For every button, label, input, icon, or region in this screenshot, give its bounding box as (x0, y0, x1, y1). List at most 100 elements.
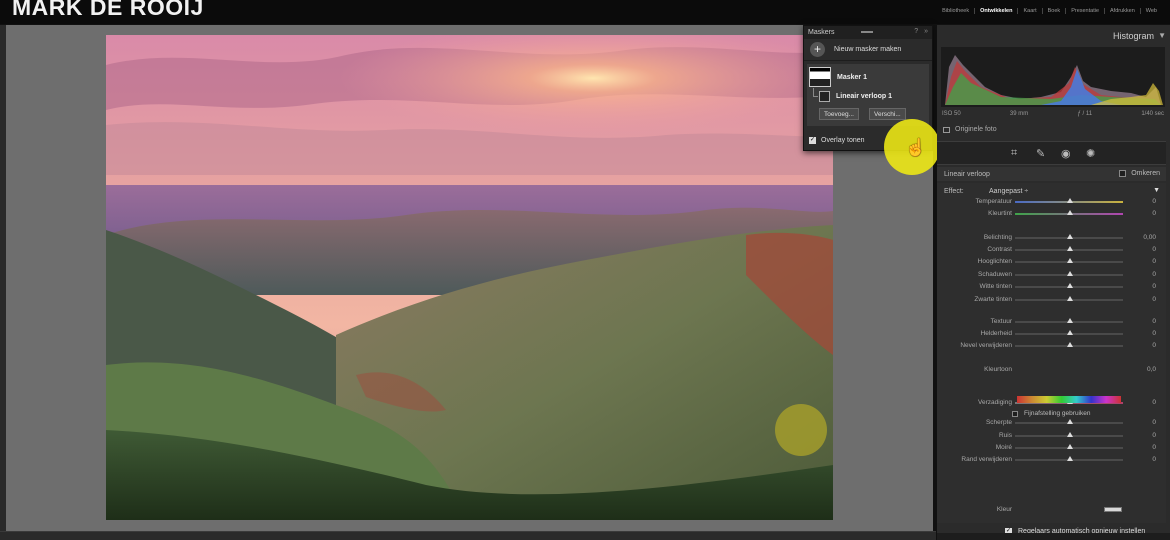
slider-nevel-verwijderen[interactable]: Nevel verwijderen 0 (937, 340, 1166, 352)
module-presentatie[interactable]: Presentatie (1066, 8, 1106, 14)
slider-contrast[interactable]: Contrast 0 (937, 244, 1166, 256)
module-kaart[interactable]: Kaart (1018, 8, 1043, 14)
linear-gradient-header: Lineair verloop Omkeren (937, 167, 1166, 181)
invert-toggle[interactable]: Omkeren (1119, 170, 1160, 177)
mask-thumbnail (809, 67, 831, 87)
slider-thumb[interactable] (1067, 330, 1073, 335)
slider-value[interactable]: 0 (1152, 198, 1156, 205)
slider-thumb[interactable] (1067, 432, 1073, 437)
slider-zwarte-tinten[interactable]: Zwarte tinten 0 (937, 294, 1166, 306)
slider-value[interactable]: 0 (1152, 419, 1156, 426)
slider-temperatuur[interactable]: Temperatuur 0 (937, 196, 1166, 208)
slider-value[interactable]: 0 (1152, 318, 1156, 325)
histogram-curves (945, 55, 1163, 105)
slider-label: Belichting (983, 234, 1012, 241)
slider-thumb[interactable] (1067, 318, 1073, 323)
slider-helderheid[interactable]: Helderheid 0 (937, 328, 1166, 340)
slider-thumb[interactable] (1067, 296, 1073, 301)
slider-value[interactable]: 0 (1152, 258, 1156, 265)
collapse-icon[interactable]: » (924, 28, 928, 35)
checkbox-icon[interactable] (943, 126, 950, 133)
slider-value[interactable]: 0 (1152, 456, 1156, 463)
slider-value[interactable]: 0 (1152, 399, 1156, 406)
slider-thumb[interactable] (1067, 456, 1073, 461)
slider-value[interactable]: 0 (1152, 283, 1156, 290)
slider-moir-[interactable]: Moiré 0 (937, 442, 1166, 454)
slider-thumb[interactable] (1067, 342, 1073, 347)
red-eye-icon[interactable]: ◉ (1061, 147, 1071, 160)
mask-list: Masker 1 Lineair verloop 1 Toevoeg... Ve… (807, 64, 929, 126)
checkbox-icon[interactable] (1012, 410, 1018, 417)
slider-textuur[interactable]: Textuur 0 (937, 316, 1166, 328)
mask-item[interactable]: Masker 1 (809, 66, 867, 88)
histogram-graph[interactable] (941, 47, 1165, 107)
collapse-arrow-icon[interactable]: ▼ (1158, 31, 1166, 40)
slider-label: Schaduwen (978, 271, 1012, 278)
slider-thumb[interactable] (1067, 210, 1073, 215)
original-photo-toggle[interactable]: Originele foto (943, 126, 997, 133)
module-bibliotheek[interactable]: Bibliotheek (937, 8, 976, 14)
slider-value[interactable]: 0 (1152, 296, 1156, 303)
landscape-photo[interactable] (106, 35, 833, 520)
checkbox-icon[interactable] (1119, 170, 1127, 177)
slider-value[interactable]: 0 (1152, 444, 1156, 451)
healing-brush-icon[interactable]: ✎ (1036, 147, 1045, 160)
slider-thumb[interactable] (1067, 283, 1073, 288)
slider-hooglichten[interactable]: Hooglichten 0 (937, 256, 1166, 268)
slider-thumb[interactable] (1067, 258, 1073, 263)
masks-panel-header[interactable]: Maskers ? » (804, 26, 932, 39)
slider-value[interactable]: 0 (1152, 210, 1156, 217)
slider-label: Ruis (998, 432, 1012, 439)
new-mask-button[interactable]: + Nieuw masker maken (804, 39, 932, 61)
slider-thumb[interactable] (1067, 271, 1073, 276)
right-panel: Histogram ▼ ISO 50 39 mm ƒ / 11 1/40 sec… (937, 25, 1170, 540)
slider-value[interactable]: 0 (1152, 330, 1156, 337)
module-picker: Bibliotheek Ontwikkelen Kaart Boek Presentat… (937, 8, 1162, 14)
module-web[interactable]: Web (1141, 8, 1162, 14)
slider-schaduwen[interactable]: Schaduwen 0 (937, 269, 1166, 281)
triangle-down-icon[interactable]: ▼ (1153, 187, 1160, 194)
help-icon[interactable]: ? (914, 28, 918, 35)
module-boek[interactable]: Boek (1043, 8, 1067, 14)
slider-kleurtint[interactable]: Kleurtint 0 (937, 208, 1166, 220)
slider-thumb[interactable] (1067, 234, 1073, 239)
slider-belichting[interactable]: Belichting 0,00 (937, 232, 1166, 244)
invert-label: Omkeren (1131, 170, 1160, 177)
color-swatch[interactable] (1104, 507, 1122, 512)
masking-icon[interactable]: ✺ (1086, 147, 1095, 160)
hand-cursor-icon: ☝ (905, 138, 927, 157)
slider-value[interactable]: 0 (1152, 246, 1156, 253)
slider-value[interactable]: 0,0 (1147, 366, 1156, 373)
slider-value[interactable]: 0 (1152, 342, 1156, 349)
checkmark-icon[interactable]: ✓ (809, 137, 816, 144)
slider-witte-tinten[interactable]: Witte tinten 0 (937, 281, 1166, 293)
crop-icon[interactable]: ⌗ (1011, 147, 1017, 160)
slider-label: Witte tinten (979, 283, 1012, 290)
slider-value[interactable]: 0 (1152, 271, 1156, 278)
slider-scherpte[interactable]: Scherpte 0 (937, 417, 1166, 429)
histogram-header[interactable]: Histogram ▼ (937, 25, 1170, 45)
add-mask-button[interactable]: Toevoeg... (819, 108, 859, 120)
slider-value[interactable]: 0,00 (1143, 234, 1156, 241)
slider-label: Scherpte (985, 419, 1012, 426)
drag-handle-icon[interactable] (861, 31, 873, 33)
fine-tune-toggle[interactable]: Fijnafstelling gebruiken (1012, 410, 1090, 417)
hue-spectrum-bar[interactable] (1017, 396, 1121, 403)
slider-rand-verwijderen[interactable]: Rand verwijderen 0 (937, 454, 1166, 466)
slider-thumb[interactable] (1067, 246, 1073, 251)
subtract-mask-button[interactable]: Verschi... (869, 108, 906, 120)
module-ontwikkelen[interactable]: Ontwikkelen (975, 8, 1019, 14)
panel-footer (937, 533, 1170, 540)
overlay-toggle[interactable]: ✓ Overlay tonen (809, 137, 865, 144)
slider-kleurtoon[interactable]: Kleurtoon 0,0 (937, 364, 1166, 376)
slider-ruis[interactable]: Ruis 0 (937, 430, 1166, 442)
module-afdrukken[interactable]: Afdrukken (1105, 8, 1141, 14)
slider-thumb[interactable] (1067, 198, 1073, 203)
sub-mask-item[interactable]: Lineair verloop 1 (819, 91, 892, 102)
filmstrip-edge (0, 531, 936, 540)
slider-thumb[interactable] (1067, 419, 1073, 424)
slider-value[interactable]: 0 (1152, 432, 1156, 439)
plus-icon: + (810, 42, 825, 57)
effect-preset-select[interactable]: Aangepast ÷ (989, 188, 1028, 195)
slider-thumb[interactable] (1067, 444, 1073, 449)
